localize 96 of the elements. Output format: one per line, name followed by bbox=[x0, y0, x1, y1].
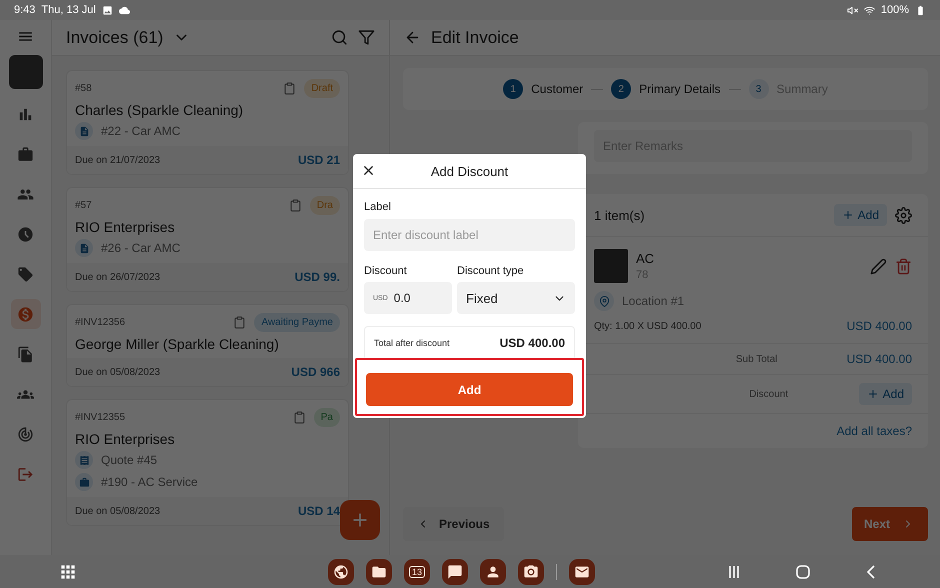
customer-name: RIO Enterprises bbox=[75, 219, 176, 235]
customer-name: George Miller (Sparkle Cleaning) bbox=[75, 336, 280, 352]
filter-button[interactable] bbox=[358, 29, 375, 46]
cloud-icon bbox=[118, 4, 130, 16]
clipboard-icon bbox=[233, 316, 246, 329]
status-badge: Dra bbox=[310, 196, 340, 215]
discount-caption: Discount bbox=[364, 265, 408, 277]
invoice-number: #INV12356 bbox=[75, 317, 126, 328]
due-date: Due on 05/08/2023 bbox=[75, 366, 160, 378]
dollar-coin-icon[interactable] bbox=[10, 299, 40, 329]
receipt-icon bbox=[75, 451, 93, 469]
discount-label: Discount bbox=[748, 388, 790, 400]
camera-app-icon[interactable] bbox=[518, 558, 544, 584]
clipboard-icon bbox=[283, 82, 296, 95]
clipboard-icon bbox=[292, 411, 306, 424]
close-button[interactable] bbox=[361, 163, 376, 178]
discount-type-caption: Discount type bbox=[457, 265, 525, 277]
status-badge: Pa bbox=[314, 408, 340, 427]
mail-app-icon[interactable] bbox=[569, 558, 595, 584]
invoice-card[interactable]: #57 Dra RIO Enterprises #26 - Car AMC Due on 26/07/2023 USD 99. bbox=[66, 187, 349, 292]
home-icon[interactable] bbox=[796, 564, 810, 578]
step-label: Primary Details bbox=[639, 82, 721, 96]
status-date: Thu, 13 Jul bbox=[41, 4, 96, 16]
plus-icon bbox=[842, 209, 854, 221]
step-label: Customer bbox=[531, 82, 584, 96]
customer-name: Charles (Sparkle Cleaning) bbox=[75, 102, 244, 118]
next-button[interactable]: Next bbox=[852, 507, 928, 541]
recents-icon[interactable] bbox=[728, 564, 740, 578]
document-icon bbox=[75, 239, 93, 257]
add-taxes-link[interactable]: Add all taxes? bbox=[836, 424, 912, 438]
status-badge: Draft bbox=[304, 79, 340, 98]
wifi-icon bbox=[864, 4, 875, 16]
item-location: Location #1 bbox=[622, 294, 684, 308]
page-title: Edit Invoice bbox=[431, 28, 519, 48]
discount-type-select[interactable]: Fixed bbox=[457, 282, 575, 314]
subtotal-label: Sub Total bbox=[734, 354, 778, 364]
back-button[interactable] bbox=[404, 29, 421, 46]
folder-app-icon[interactable] bbox=[366, 558, 392, 584]
calendar-app-icon[interactable]: 13 bbox=[404, 558, 430, 584]
invoice-card[interactable]: #INV12355 Pa RIO Enterprises Quote #45 #190 - AC Service Due on 05/08/2023 USD 14 bbox=[66, 399, 349, 526]
image-icon bbox=[102, 4, 113, 16]
items-count: 1 item(s) bbox=[594, 208, 645, 222]
step-number: 2 bbox=[611, 79, 632, 99]
item-name: AC bbox=[636, 251, 654, 266]
customer-name: RIO Enterprises bbox=[75, 431, 176, 447]
avatar[interactable] bbox=[8, 55, 42, 89]
due-date: Due on 05/08/2023 bbox=[75, 506, 160, 516]
battery-percent: 100% bbox=[880, 4, 909, 16]
back-icon[interactable] bbox=[866, 564, 876, 578]
total-value: USD 400.00 bbox=[500, 336, 565, 350]
reference-text: Quote #45 bbox=[101, 453, 158, 467]
invoice-amount: USD 99. bbox=[294, 270, 340, 284]
clipboard-icon bbox=[288, 199, 302, 212]
invoice-number: #INV12355 bbox=[75, 412, 126, 423]
invoice-card[interactable]: #INV12356 Awaiting Payme George Miller (Sparkle Cleaning) Due on 05/08/2023 USD 966 bbox=[66, 304, 349, 387]
edit-button[interactable] bbox=[870, 258, 887, 274]
invoice-card[interactable]: #58 Draft Charles (Sparkle Cleaning) #22 - Car AMC Due on 21/07/2023 USD 21 bbox=[66, 70, 349, 175]
chat-app-icon[interactable] bbox=[442, 558, 468, 584]
settings-button[interactable] bbox=[895, 206, 912, 224]
add-discount-button[interactable]: Add bbox=[858, 383, 912, 405]
item-quantity: Qty: 1.00 X USD 400.00 bbox=[594, 320, 702, 332]
battery-icon bbox=[915, 4, 926, 16]
invoice-number: #58 bbox=[75, 83, 92, 94]
step-number: 1 bbox=[503, 79, 524, 99]
document-icon bbox=[75, 122, 93, 140]
due-date: Due on 21/07/2023 bbox=[75, 154, 160, 166]
reference-text: #26 - Car AMC bbox=[101, 241, 180, 255]
invoice-number: #57 bbox=[75, 200, 92, 211]
person-app-icon[interactable] bbox=[480, 558, 506, 584]
total-label: Total after discount bbox=[374, 338, 450, 348]
label-caption: Label bbox=[364, 201, 392, 213]
subtotal-value: USD 400.00 bbox=[846, 352, 912, 366]
photo-placeholder bbox=[594, 249, 628, 283]
step-number: 3 bbox=[748, 79, 769, 99]
reference-text: #22 - Car AMC bbox=[101, 124, 180, 138]
briefcase-icon bbox=[75, 473, 93, 491]
list-title: Invoices (61) bbox=[66, 28, 164, 48]
dialog-title: Add Discount bbox=[430, 164, 508, 178]
plus-icon bbox=[866, 388, 879, 400]
search-button[interactable] bbox=[331, 29, 348, 46]
label-field[interactable]: Enter discount label bbox=[364, 219, 575, 251]
invoice-amount: USD 14 bbox=[298, 504, 340, 518]
invoice-amount: USD 21 bbox=[298, 153, 340, 167]
due-date: Due on 26/07/2023 bbox=[75, 272, 160, 282]
add-item-button[interactable]: Add bbox=[834, 204, 887, 226]
item-amount: USD 400.00 bbox=[846, 319, 912, 333]
add-fab[interactable] bbox=[340, 500, 380, 540]
add-button[interactable]: Add bbox=[366, 373, 573, 406]
invoice-amount: USD 966 bbox=[291, 365, 340, 379]
status-badge: Awaiting Payme bbox=[254, 313, 340, 332]
delete-button[interactable] bbox=[895, 258, 912, 274]
mute-icon bbox=[846, 4, 858, 16]
location-pin-icon bbox=[594, 291, 614, 311]
globe-app-icon[interactable] bbox=[328, 558, 354, 584]
reference-text: #190 - AC Service bbox=[101, 475, 198, 489]
status-time: 9:43 bbox=[14, 4, 36, 16]
